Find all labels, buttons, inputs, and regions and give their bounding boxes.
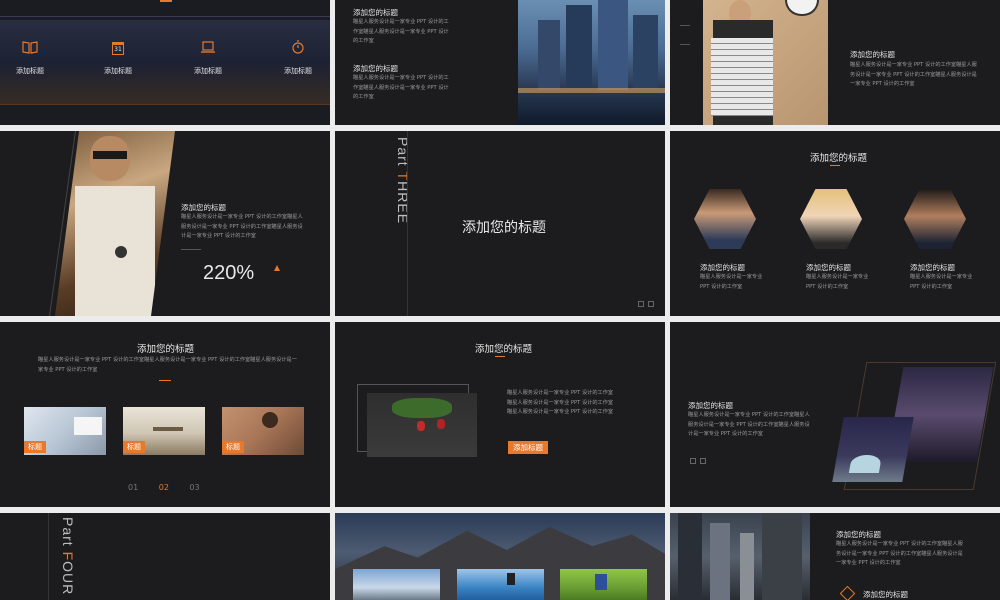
slide-title: 添加您的标题 (810, 153, 868, 164)
sub-title: 添加您的标题 (863, 590, 908, 599)
vertical-line (48, 513, 49, 600)
card-tag: 标题 (24, 441, 46, 453)
slide-title: 添加您的标题 (137, 344, 195, 355)
prev-arrow-icon[interactable] (690, 458, 696, 464)
mountain-photo (353, 569, 440, 600)
book-icon (22, 41, 38, 54)
feature-label: 添加标题 (194, 67, 222, 75)
feature-item[interactable]: 添加标题 (278, 40, 318, 76)
block-title: 添加您的标题 (850, 50, 895, 59)
percent-value: 220% (203, 262, 255, 284)
slide-8[interactable]: 添加您的标题 瞄星人服务设计是一家专业 PPT 设计的工作室瞄星人服务设计是一家… (335, 322, 665, 507)
slide-title: 添加您的标题 (475, 344, 533, 355)
feature-item[interactable]: 31 添加标题 (98, 40, 138, 76)
slide-5[interactable]: Part THREE 添加您的标题 (335, 131, 665, 316)
next-arrow-icon[interactable] (648, 301, 654, 307)
slide-text: 瞄星人服务设计是一家专业 PPT 设计的工作室瞄星人服务设计是一家专业 PPT … (507, 390, 614, 415)
city-skyline-photo (518, 0, 665, 125)
slide-10[interactable]: Part FOUR (0, 513, 330, 600)
slide-2[interactable]: 添加您的标题 瞄星人服务设计是一家专业 PPT 设计的工作室瞄星人服务设计是一家… (335, 0, 665, 125)
page-01[interactable]: 01 (128, 483, 138, 492)
block-text: 瞄星人服务设计是一家专业 PPT 设计的工作室瞄星人服务设计是一家专业 PPT … (688, 412, 810, 437)
top-accent-mark (160, 0, 172, 2)
person-name: 添加您的标题 (700, 263, 745, 272)
street-buildings-photo (670, 513, 810, 600)
card-tag: 标题 (222, 441, 244, 453)
slide-3[interactable]: 添加您的标题 瞄星人服务设计是一家专业 PPT 设计的工作室瞄星人服务设计是一家… (670, 0, 1000, 125)
slide-text: 瞄星人服务设计是一家专业 PPT 设计的工作室瞄星人服务设计是一家专业 PPT … (38, 357, 297, 373)
slide-1[interactable]: 添加标题 31 添加标题 添加标题 添加标题 (0, 0, 330, 125)
title-underline (495, 356, 505, 357)
person-card[interactable]: 添加您的标题 瞄星人服务设计是一家专业 PPT 设计的工作室 (694, 189, 774, 299)
cyclist-photo (560, 569, 647, 600)
side-dashes (680, 25, 690, 45)
person-name: 添加您的标题 (910, 263, 955, 272)
card-tag: 标题 (123, 441, 145, 453)
slide-4[interactable]: 添加您的标题 瞄星人服务设计是一家专业 PPT 设计的工作室瞄星人服务设计是一家… (0, 131, 330, 316)
bottom-divider (0, 104, 330, 105)
block-text: 瞄星人服务设计是一家专业 PPT 设计的工作室瞄星人服务设计是一家专业 PPT … (353, 19, 449, 44)
prev-arrow-icon[interactable] (638, 301, 644, 307)
block-text: 瞄星人服务设计是一家专业 PPT 设计的工作室瞄星人服务设计是一家专业 PPT … (836, 541, 963, 566)
tent-photo (832, 417, 914, 482)
slide-9[interactable]: 添加您的标题 瞄星人服务设计是一家专业 PPT 设计的工作室瞄星人服务设计是一家… (670, 322, 1000, 507)
block-title: 添加您的标题 (836, 530, 881, 539)
page-02[interactable]: 02 (159, 483, 169, 492)
strawberry-photo (367, 393, 477, 457)
person-name: 添加您的标题 (806, 263, 851, 272)
avatar (694, 189, 756, 249)
part-label: Part FOUR (60, 517, 76, 596)
page-03[interactable]: 03 (189, 483, 199, 492)
pagination[interactable]: 01 02 03 (128, 483, 200, 492)
feature-label: 添加标题 (16, 67, 44, 75)
feature-item[interactable]: 添加标题 (188, 40, 228, 76)
person-card[interactable]: 添加您的标题 瞄星人服务设计是一家专业 PPT 设计的工作室 (800, 189, 880, 299)
title-underline (830, 165, 840, 166)
part-label: Part THREE (395, 137, 411, 225)
man-sunglasses-photo (55, 131, 175, 316)
block-text: 瞄星人服务设计是一家专业 PPT 设计的工作室瞄星人服务设计是一家专业 PPT … (353, 75, 449, 100)
block-text: 瞄星人服务设计是一家专业 PPT 设计的工作室瞄星人服务设计是一家专业 PPT … (181, 214, 303, 239)
add-title-button[interactable]: 添加标题 (508, 441, 548, 454)
divider (181, 249, 201, 250)
slide-6[interactable]: 添加您的标题 添加您的标题 瞄星人服务设计是一家专业 PPT 设计的工作室 添加… (670, 131, 1000, 316)
next-arrow-icon[interactable] (700, 458, 706, 464)
slide-title: 添加您的标题 (462, 220, 546, 236)
block-text: 瞄星人服务设计是一家专业 PPT 设计的工作室瞄星人服务设计是一家专业 PPT … (850, 62, 977, 87)
slide-12[interactable]: 添加您的标题 瞄星人服务设计是一家专业 PPT 设计的工作室瞄星人服务设计是一家… (670, 513, 1000, 600)
person-text: 瞄星人服务设计是一家专业 PPT 设计的工作室 (910, 274, 973, 290)
slide-7[interactable]: 添加您的标题 瞄星人服务设计是一家专业 PPT 设计的工作室瞄星人服务设计是一家… (0, 322, 330, 507)
laptop-icon (201, 41, 215, 53)
feature-label: 添加标题 (284, 67, 312, 75)
avatar (800, 189, 862, 249)
slide-11[interactable] (335, 513, 665, 600)
diamond-icon (839, 585, 856, 600)
triangle-icon (274, 265, 280, 271)
block-title: 添加您的标题 (353, 8, 398, 17)
title-underline (159, 380, 171, 381)
block-title: 添加您的标题 (181, 203, 226, 212)
block-title: 添加您的标题 (688, 401, 733, 410)
top-divider (0, 16, 330, 17)
avatar (904, 189, 966, 249)
person-text: 瞄星人服务设计是一家专业 PPT 设计的工作室 (700, 274, 763, 290)
person-card[interactable]: 添加您的标题 瞄星人服务设计是一家专业 PPT 设计的工作室 (904, 189, 994, 299)
calendar-icon: 31 (112, 42, 124, 55)
stopwatch-icon (292, 40, 304, 54)
office-worker-photo (703, 0, 828, 125)
block-title: 添加您的标题 (353, 64, 398, 73)
feature-label: 添加标题 (104, 67, 132, 75)
surfer-photo (457, 569, 544, 600)
person-text: 瞄星人服务设计是一家专业 PPT 设计的工作室 (806, 274, 869, 290)
vertical-line (407, 131, 408, 316)
feature-item[interactable]: 添加标题 (10, 40, 50, 76)
